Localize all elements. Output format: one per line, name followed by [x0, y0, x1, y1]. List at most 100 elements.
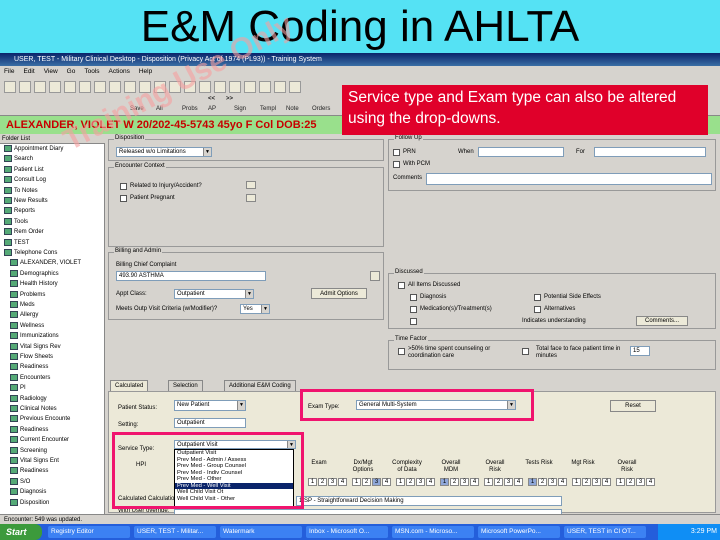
toolbar-icon[interactable]: [244, 81, 256, 93]
diagnosis-checkbox[interactable]: [410, 294, 417, 301]
taskbar-item[interactable]: USER, TEST - Militar...: [134, 526, 216, 538]
folder-item[interactable]: TEST: [4, 238, 29, 248]
score-box[interactable]: 1: [440, 478, 449, 486]
folder-item[interactable]: S/O: [10, 477, 30, 487]
folder-item[interactable]: Telephone Cons: [4, 249, 57, 258]
tab-em-2[interactable]: Additional E&M Coding: [224, 380, 296, 391]
folder-item[interactable]: Consult Log: [4, 176, 46, 185]
folder-item[interactable]: Reports: [4, 207, 35, 216]
folder-item[interactable]: Rem Order: [4, 228, 44, 237]
with-pcm-checkbox[interactable]: [393, 161, 400, 168]
score-box[interactable]: 2: [494, 478, 503, 486]
toolbar-item-orders[interactable]: Orders: [312, 106, 330, 112]
forward-button[interactable]: >>: [226, 96, 233, 102]
reset-button[interactable]: Reset: [610, 400, 656, 412]
prn-checkbox[interactable]: [393, 149, 400, 156]
folder-item[interactable]: Screening: [10, 446, 47, 456]
score-box[interactable]: 4: [514, 478, 523, 486]
folder-item[interactable]: New Results: [4, 197, 48, 206]
score-box[interactable]: 1: [396, 478, 405, 486]
toolbar-item-note[interactable]: Note: [286, 106, 299, 112]
patient-status-select[interactable]: New Patient ▼: [174, 400, 246, 411]
toolbar-icon[interactable]: [4, 81, 16, 93]
score-box[interactable]: 4: [382, 478, 391, 486]
score-box[interactable]: 1: [308, 478, 317, 486]
total-time-checkbox[interactable]: [522, 348, 529, 355]
folder-item[interactable]: Search: [4, 155, 33, 164]
injury-spin-button[interactable]: [246, 181, 256, 189]
menu-item-edit[interactable]: Edit: [23, 68, 34, 75]
folder-item[interactable]: Radiology: [10, 394, 47, 404]
disposition-select[interactable]: Released w/o Limitations ▼: [116, 147, 212, 157]
taskbar-item[interactable]: MSN.com - Microso...: [392, 526, 474, 538]
menu-item-file[interactable]: File: [4, 68, 14, 75]
taskbar-item[interactable]: Watermark: [220, 526, 302, 538]
chief-complaint-field[interactable]: 493.90 ASTHMA: [116, 271, 266, 281]
toolbar-icon[interactable]: [34, 81, 46, 93]
taskbar-item[interactable]: Microsoft PowerPo...: [478, 526, 560, 538]
score-box[interactable]: 3: [548, 478, 557, 486]
folder-item[interactable]: Disposition: [10, 498, 49, 508]
score-box[interactable]: 2: [318, 478, 327, 486]
chevron-down-icon[interactable]: ▼: [237, 401, 245, 410]
score-box[interactable]: 4: [558, 478, 567, 486]
all-items-checkbox[interactable]: [398, 282, 405, 289]
score-box[interactable]: 4: [646, 478, 655, 486]
folder-item[interactable]: Tools: [4, 217, 28, 227]
score-box[interactable]: 1: [484, 478, 493, 486]
folder-item[interactable]: ALEXANDER, VIOLET: [10, 259, 81, 268]
back-button[interactable]: <<: [208, 96, 215, 102]
follow-up-comments[interactable]: [426, 173, 712, 185]
appt-class-select[interactable]: Outpatient ▼: [174, 289, 254, 299]
menu-item-actions[interactable]: Actions: [109, 68, 130, 75]
score-box[interactable]: 3: [504, 478, 513, 486]
folder-item[interactable]: Allergy: [10, 311, 38, 320]
medications-checkbox[interactable]: [410, 306, 417, 313]
folder-item[interactable]: Wellness: [10, 321, 44, 331]
score-box[interactable]: 3: [416, 478, 425, 486]
score-box[interactable]: 2: [450, 478, 459, 486]
folder-item[interactable]: Immunizations: [10, 332, 59, 341]
toolbar-icon[interactable]: [229, 81, 241, 93]
calc-field[interactable]: 1 SP - Straightforward Decision Making: [296, 496, 562, 506]
score-box[interactable]: 3: [592, 478, 601, 486]
folder-item[interactable]: Current Encounter: [10, 436, 69, 445]
tab-em-0[interactable]: Calculated: [110, 380, 149, 391]
side-effects-checkbox[interactable]: [534, 294, 541, 301]
chevron-down-icon[interactable]: ▼: [245, 290, 253, 298]
score-box[interactable]: 4: [602, 478, 611, 486]
folder-item[interactable]: Readiness: [10, 363, 48, 372]
score-box[interactable]: 2: [626, 478, 635, 486]
toolbar-item-ap[interactable]: AP: [208, 106, 216, 112]
score-box[interactable]: 3: [328, 478, 337, 486]
pregnant-spin-button[interactable]: [246, 194, 256, 202]
toolbar-item-templ[interactable]: Templ: [260, 106, 276, 112]
admit-options-button[interactable]: Admit Options: [311, 288, 367, 299]
minutes-field[interactable]: 15: [630, 346, 650, 356]
score-box[interactable]: 1: [528, 478, 537, 486]
toolbar-icon[interactable]: [79, 81, 91, 93]
injury-checkbox[interactable]: [120, 183, 127, 190]
folder-item[interactable]: Demographics: [10, 269, 59, 279]
toolbar-icon[interactable]: [259, 81, 271, 93]
toolbar-icon[interactable]: [19, 81, 31, 93]
score-box[interactable]: 2: [538, 478, 547, 486]
outp-visit-select[interactable]: Yes ▼: [240, 304, 270, 314]
folder-item[interactable]: Encounters: [10, 373, 50, 383]
folder-item[interactable]: Vital Signs Rev: [10, 342, 61, 352]
pregnant-checkbox[interactable]: [120, 195, 127, 202]
folder-item[interactable]: Appointment Diary: [4, 145, 63, 154]
for-field[interactable]: [594, 147, 706, 157]
toolbar-icon[interactable]: [289, 81, 301, 93]
start-button[interactable]: Start: [0, 524, 42, 540]
score-box[interactable]: 3: [372, 478, 381, 486]
toolbar-icon[interactable]: [64, 81, 76, 93]
toolbar-icon[interactable]: [214, 81, 226, 93]
tab-em-1[interactable]: Selection: [168, 380, 203, 391]
score-box[interactable]: 2: [362, 478, 371, 486]
toolbar-icon[interactable]: [94, 81, 106, 93]
score-box[interactable]: 4: [470, 478, 479, 486]
setting-field[interactable]: Outpatient: [174, 418, 246, 428]
folder-item[interactable]: Patient List: [4, 165, 44, 175]
folder-item[interactable]: Readiness: [10, 425, 48, 435]
